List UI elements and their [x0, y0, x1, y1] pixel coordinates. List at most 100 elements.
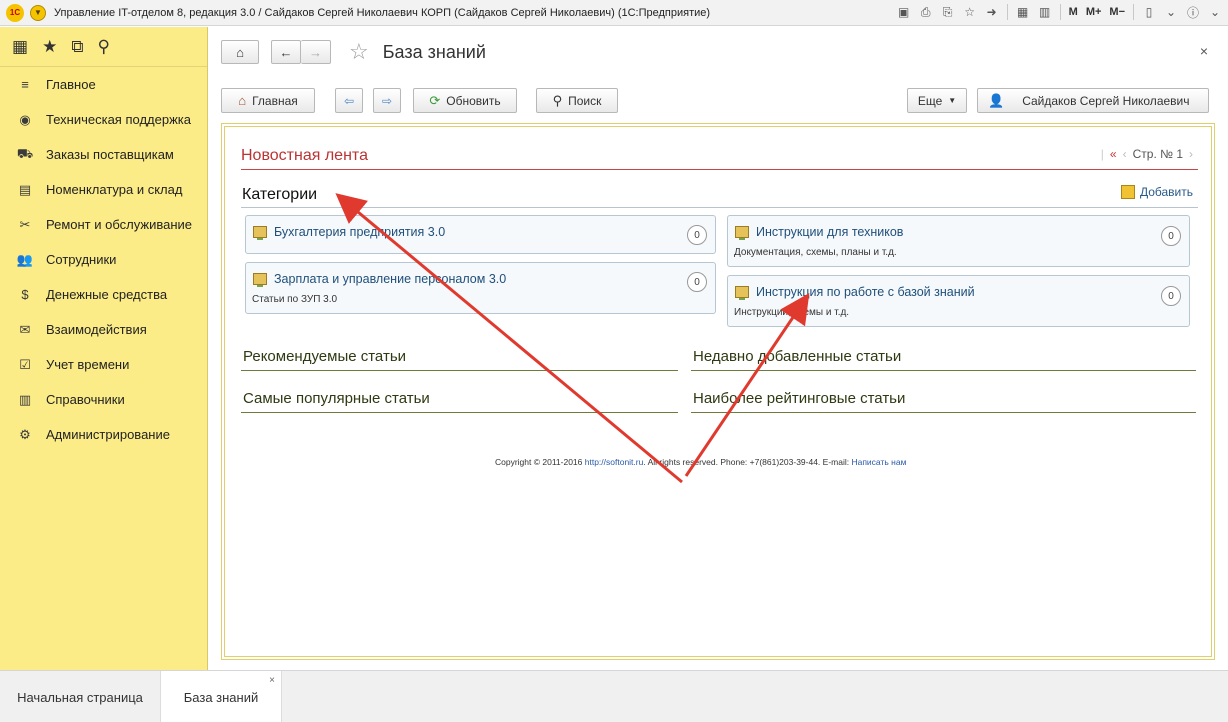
chevron-down-icon[interactable]: ⌄ [1206, 3, 1224, 21]
link-icon[interactable]: ⎘ [939, 3, 957, 21]
pager-next-button[interactable]: › [1189, 147, 1193, 161]
news-feed-title: Новостная лента [241, 147, 368, 164]
sidebar-item[interactable]: ✉ Взаимодействия [0, 312, 207, 347]
arrow-right-icon: → [309, 44, 322, 60]
sidebar-item[interactable]: ◉ Техническая поддержка [0, 102, 207, 137]
section-divider [241, 412, 678, 413]
site-link[interactable]: http://softonit.ru [585, 457, 644, 467]
folder-monitor-icon [735, 226, 749, 240]
sidebar-item[interactable]: ▥ Справочники [0, 382, 207, 417]
section-divider [691, 370, 1196, 371]
home-page-button[interactable]: ⌂ Главная [221, 88, 315, 113]
sidebar-item[interactable]: ☑ Учет времени [0, 347, 207, 382]
recent-articles-title[interactable]: Недавно добавленные статьи [693, 348, 901, 365]
sidebar-item-label: Администрирование [46, 427, 170, 442]
favorite-add-icon[interactable]: ☆ [961, 3, 979, 21]
chevron-down-icon[interactable]: ⌄ [1162, 3, 1180, 21]
more-label: Еще [917, 93, 943, 108]
user-label: Сайдаков Сергей Николаевич [1022, 93, 1190, 108]
email-link[interactable]: Написать нам [851, 457, 906, 467]
pager-first-button[interactable]: « [1110, 147, 1117, 161]
home-page-label: Главная [252, 93, 298, 108]
window-titlebar: 1С ▼ Управление IT-отделом 8, редакция 3… [0, 0, 1228, 26]
more-button[interactable]: Еще ▼ [907, 88, 967, 113]
add-category-link[interactable]: Добавить [1120, 185, 1193, 199]
magnifier-icon: ⚲ [552, 92, 563, 108]
save-icon[interactable]: ▣ [895, 3, 913, 21]
pager-current-label: Стр. № 1 [1132, 147, 1183, 161]
main-area: ⌂ ← → ☆ База знаний × ⌂ Главная ⇦ ⇨ ⟳ Обно… [209, 27, 1228, 670]
search-button[interactable]: ⚲ Поиск [536, 88, 618, 113]
folder-monitor-icon [253, 273, 267, 287]
sidebar-item-label: Справочники [46, 392, 125, 407]
arrow-left-icon: ⇦ [343, 93, 355, 108]
refresh-button[interactable]: ⟳ Обновить [413, 88, 517, 113]
popular-articles-title[interactable]: Самые популярные статьи [243, 390, 430, 407]
back-button[interactable]: ← [271, 40, 301, 64]
history-icon[interactable]: ⧉ [71, 37, 83, 57]
money-bag-icon: $ [21, 287, 29, 302]
calculator-icon[interactable]: ▦ [1014, 3, 1032, 21]
forward-button[interactable]: → [301, 40, 331, 64]
memory-m-button[interactable]: M [1067, 3, 1080, 21]
open-windows-bar: Начальная страница База знаний × [0, 670, 1228, 722]
support-icon: ◉ [19, 111, 31, 127]
recommended-articles-title[interactable]: Рекомендуемые статьи [243, 348, 406, 365]
sidebar-item[interactable]: ▤ Номенклатура и склад [0, 172, 207, 207]
copyright-text: Copyright © 2011-2016 [495, 457, 585, 467]
memory-plus-button[interactable]: M+ [1084, 3, 1104, 21]
news-divider [241, 169, 1198, 170]
home-button[interactable]: ⌂ [221, 40, 259, 64]
sidebar-item[interactable]: 👥 Сотрудники [0, 242, 207, 277]
tab-knowledge-base[interactable]: База знаний × [160, 671, 282, 722]
print-icon[interactable]: ⎙ [917, 3, 935, 21]
category-card[interactable]: Бухгалтерия предприятия 3.0 0 [245, 215, 716, 254]
pager-separator: | [1100, 147, 1104, 161]
tab-home-label: Начальная страница [17, 689, 143, 705]
sections-sidebar: ▦ ★ ⧉ ⚲ ≡ Главное ◉ Техническая поддержка ⛟ З… [0, 27, 208, 670]
calendar-icon[interactable]: ▥ [1036, 3, 1054, 21]
tab-home-page[interactable]: Начальная страница [0, 671, 160, 722]
category-title[interactable]: Инструкции для техников [756, 225, 903, 239]
info-icon[interactable]: ⓘ [1184, 3, 1202, 21]
search-icon[interactable]: ⚲ [97, 37, 109, 57]
category-card[interactable]: Инструкция по работе с базой знаний Инст… [727, 275, 1190, 327]
category-title[interactable]: Инструкция по работе с базой знаний [756, 285, 975, 299]
sidebar-item[interactable]: ≡ Главное [0, 67, 207, 102]
article-count-badge: 0 [687, 272, 707, 292]
search-label: Поиск [568, 93, 602, 108]
panel-toggle-icon[interactable]: ▯ [1140, 3, 1158, 21]
arrow-right-icon: ⇨ [381, 93, 393, 108]
apps-grid-icon[interactable]: ▦ [12, 37, 28, 57]
back-arrow-button[interactable]: ⇦ [335, 88, 363, 113]
next-icon[interactable]: ➜ [983, 3, 1001, 21]
main-menu-button[interactable]: ▼ [30, 4, 46, 21]
categories-title: Категории [242, 186, 318, 203]
sidebar-toolbar: ▦ ★ ⧉ ⚲ [0, 27, 207, 67]
category-card[interactable]: Зарплата и управление персоналом 3.0 Ста… [245, 262, 716, 314]
category-description: Инструкции, схемы и т.д. [734, 307, 850, 318]
user-button[interactable]: 👤 Сайдаков Сергей Николаевич [977, 88, 1209, 113]
category-card[interactable]: Инструкции для техников Документация, сх… [727, 215, 1190, 267]
category-description: Статьи по ЗУП 3.0 [252, 294, 338, 305]
sidebar-item-label: Главное [46, 77, 96, 92]
sidebar-item[interactable]: ⛟ Заказы поставщикам [0, 137, 207, 172]
close-icon[interactable]: × [1200, 43, 1208, 59]
pager-prev-button[interactable]: ‹ [1123, 147, 1127, 161]
category-title[interactable]: Зарплата и управление персоналом 3.0 [274, 272, 506, 286]
sidebar-item-label: Номенклатура и склад [46, 182, 183, 197]
forward-arrow-button[interactable]: ⇨ [373, 88, 401, 113]
category-title[interactable]: Бухгалтерия предприятия 3.0 [274, 225, 445, 239]
sidebar-item[interactable]: ⚙ Администрирование [0, 417, 207, 452]
calendar-check-icon: ☑ [19, 356, 31, 372]
sidebar-item[interactable]: ✂ Ремонт и обслуживание [0, 207, 207, 242]
memory-minus-button[interactable]: M− [1107, 3, 1127, 21]
folder-monitor-icon [735, 286, 749, 300]
printer-icon: ▤ [18, 181, 32, 197]
favorite-star-icon[interactable]: ☆ [349, 39, 369, 65]
sidebar-item[interactable]: $ Денежные средства [0, 277, 207, 312]
favorites-star-icon[interactable]: ★ [42, 37, 57, 57]
top-rated-articles-title[interactable]: Наиболее рейтинговые статьи [693, 390, 905, 407]
close-icon[interactable]: × [269, 675, 275, 686]
window-title: Управление IT-отделом 8, редакция 3.0 / … [54, 6, 711, 19]
